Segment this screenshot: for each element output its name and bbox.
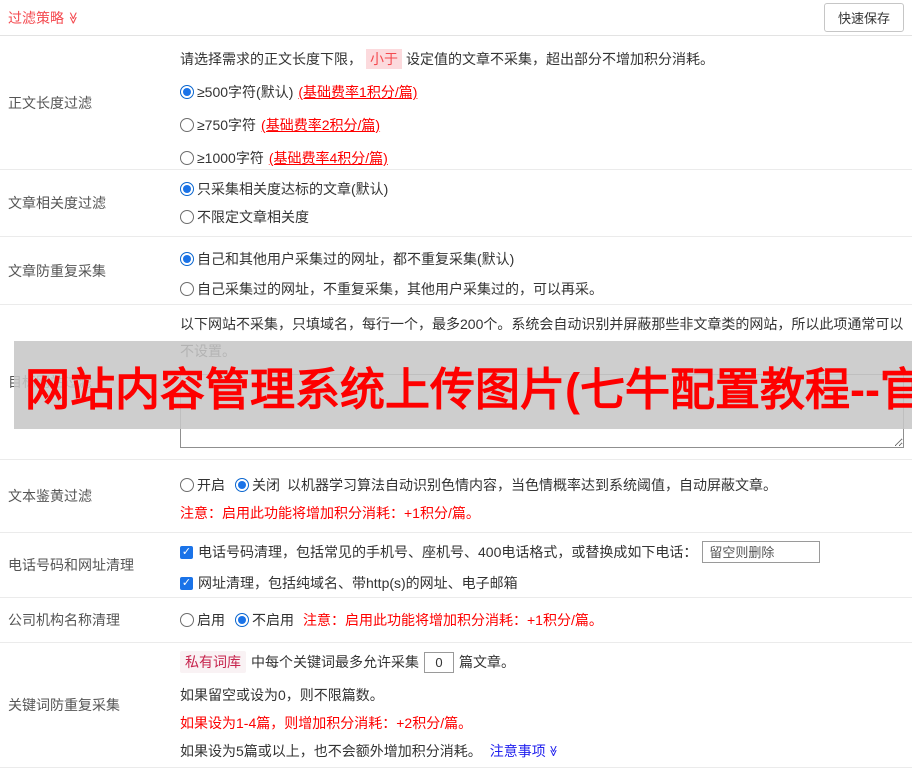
row-dedup-filter: 文章防重复采集 自己和其他用户采集过的网址，都不重复采集(默认) 自己采集过的网… [0,237,912,305]
porn-option-on-label: 开启 [197,477,225,493]
relevance-option-any: 不限定文章相关度 [180,207,905,227]
page-title: 过滤策略 ≫ [8,8,80,28]
length-option-500-label: ≥500字符(默认) [197,84,294,100]
url-clean-option-label: 网址清理，包括纯域名、带http(s)的网址、电子邮箱 [198,575,518,591]
dedup-option-all-label: 自己和其他用户采集过的网址，都不重复采集(默认) [197,251,515,267]
keyword-limit-suffix: 篇文章。 [459,654,515,670]
row-company-clean: 公司机构名称清理 启用 不启用 注意：启用此功能将增加积分消耗：+1积分/篇。 [0,598,912,643]
length-filter-label: 正文长度过滤 [8,94,92,111]
radio-dedup-all-selected[interactable] [180,252,194,266]
page-title-text: 过滤策略 [8,9,64,26]
company-clean-note: 注意：启用此功能将增加积分消耗：+1积分/篇。 [303,612,603,628]
relevance-option-strict: 只采集相关度达标的文章(默认) [180,179,905,199]
row-porn-filter: 文本鉴黄过滤 开启 关闭 以机器学习算法自动识别色情内容，当色情概率达到系统阈值… [0,460,912,533]
dedup-option-self-label: 自己采集过的网址，不重复采集，其他用户采集过的，可以再采。 [197,281,603,297]
porn-filter-label: 文本鉴黄过滤 [8,488,92,504]
radio-relevance-any[interactable] [180,210,194,224]
keyword-note-five: 如果设为5篇或以上，也不会额外增加积分消耗。 注意事项 ≫ [180,741,905,761]
radio-company-off-selected[interactable] [235,613,249,627]
relevance-filter-label: 文章相关度过滤 [8,195,106,211]
dedup-option-self-only: 自己采集过的网址，不重复采集，其他用户采集过的，可以再采。 [180,279,905,299]
less-than-badge: 小于 [366,49,402,69]
checkbox-phone-clean-checked[interactable] [180,545,193,559]
radio-relevance-strict-selected[interactable] [180,182,194,196]
row-relevance-filter: 文章相关度过滤 只采集相关度达标的文章(默认) 不限定文章相关度 [0,170,912,237]
radio-500-selected[interactable] [180,85,194,99]
keyword-note-five-text: 如果设为5篇或以上，也不会额外增加积分消耗。 [180,743,482,759]
watermark-overlay: 网站内容管理系统上传图片(七牛配置教程--官 [14,341,912,429]
row-phone-url-clean: 电话号码和网址清理 电话号码清理，包括常见的手机号、座机号、400电话格式，或替… [0,533,912,598]
radio-company-on[interactable] [180,613,194,627]
keyword-note-cost: 如果设为1-4篇，则增加积分消耗：+2积分/篇。 [180,715,473,731]
row-keyword-dedup: 关键词防重复采集 私有词库 中每个关键词最多允许采集 篇文章。 如果留空或设为0… [0,643,912,768]
length-option-1000-label: ≥1000字符 [197,150,264,166]
length-option-750-label: ≥750字符 [197,117,257,133]
porn-option-off-label: 关闭 [252,477,280,493]
porn-filter-note: 注意：启用此功能将增加积分消耗：+1积分/篇。 [180,505,480,521]
phone-clean-option: 电话号码清理，包括常见的手机号、座机号、400电话格式，或替换成如下电话： [180,541,905,563]
length-filter-content: 请选择需求的正文长度下限， 小于 设定值的文章不采集，超出部分不增加积分消耗。 … [180,36,912,169]
intro-prefix: 请选择需求的正文长度下限， [180,51,362,67]
length-option-1000: ≥1000字符 (基础费率4积分/篇) [180,148,905,168]
checkbox-url-clean-checked[interactable] [180,576,193,590]
chevron-down-icon[interactable]: ≫ [66,11,80,24]
company-clean-content: 启用 不启用 注意：启用此功能将增加积分消耗：+1积分/篇。 [180,598,912,642]
company-option-on-label: 启用 [197,612,225,628]
watermark-text: 网站内容管理系统上传图片(七牛配置教程--官 [25,363,912,415]
length-option-500: ≥500字符(默认) (基础费率1积分/篇) [180,82,905,102]
relevance-option-strict-label: 只采集相关度达标的文章(默认) [197,181,389,197]
replacement-phone-input[interactable] [702,541,821,563]
keyword-count-input[interactable] [424,651,454,673]
dedup-filter-label: 文章防重复采集 [8,262,106,279]
dedup-filter-content: 自己和其他用户采集过的网址，都不重复采集(默认) 自己采集过的网址，不重复采集，… [180,237,912,304]
length-filter-intro: 请选择需求的正文长度下限， 小于 设定值的文章不采集，超出部分不增加积分消耗。 [180,49,905,69]
radio-750[interactable] [180,118,194,132]
relevance-option-any-label: 不限定文章相关度 [197,209,309,225]
porn-filter-content: 开启 关闭 以机器学习算法自动识别色情内容，当色情概率达到系统阈值，自动屏蔽文章… [180,460,912,532]
radio-porn-off-selected[interactable] [235,478,249,492]
radio-porn-on[interactable] [180,478,194,492]
keyword-dedup-content: 私有词库 中每个关键词最多允许采集 篇文章。 如果留空或设为0，则不限篇数。 如… [180,643,912,767]
phone-url-clean-content: 电话号码清理，包括常见的手机号、座机号、400电话格式，或替换成如下电话： 网址… [180,533,912,597]
length-option-1000-fee: (基础费率4积分/篇) [268,150,388,166]
dedup-option-all-users: 自己和其他用户采集过的网址，都不重复采集(默认) [180,249,905,269]
radio-1000[interactable] [180,151,194,165]
porn-filter-options: 开启 关闭 以机器学习算法自动识别色情内容，当色情概率达到系统阈值，自动屏蔽文章… [180,475,905,495]
keyword-note-unlimited: 如果留空或设为0，则不限篇数。 [180,687,384,703]
keyword-limit-text: 中每个关键词最多允许采集 [251,654,419,670]
length-option-750-fee: (基础费率2积分/篇) [261,117,381,133]
link-chevron-down-icon[interactable]: ≫ [543,745,563,757]
relevance-filter-content: 只采集相关度达标的文章(默认) 不限定文章相关度 [180,170,912,236]
top-bar: 过滤策略 ≫ 快速保存 [0,0,912,36]
url-clean-option: 网址清理，包括纯域名、带http(s)的网址、电子邮箱 [180,573,905,593]
notice-link[interactable]: 注意事项 [490,741,546,761]
phone-clean-option-label: 电话号码清理，包括常见的手机号、座机号、400电话格式，或替换成如下电话： [198,544,698,560]
row-length-filter: 正文长度过滤 请选择需求的正文长度下限， 小于 设定值的文章不采集，超出部分不增… [0,36,912,170]
keyword-dedup-label: 关键词防重复采集 [8,697,120,713]
length-option-750: ≥750字符 (基础费率2积分/篇) [180,115,905,135]
filter-strategy-page: 过滤策略 ≫ 快速保存 正文长度过滤 请选择需求的正文长度下限， 小于 设定值的… [0,0,912,768]
keyword-limit-line: 私有词库 中每个关键词最多允许采集 篇文章。 [180,651,905,673]
length-option-500-fee: (基础费率1积分/篇) [298,84,418,100]
radio-dedup-self[interactable] [180,282,194,296]
company-clean-label: 公司机构名称清理 [8,612,120,628]
company-option-off-label: 不启用 [252,612,294,628]
private-lexicon-badge[interactable]: 私有词库 [180,651,246,673]
phone-url-clean-label: 电话号码和网址清理 [8,557,134,573]
quick-save-button[interactable]: 快速保存 [823,3,904,32]
porn-filter-description: 以机器学习算法自动识别色情内容，当色情概率达到系统阈值，自动屏蔽文章。 [287,477,777,493]
intro-suffix: 设定值的文章不采集，超出部分不增加积分消耗。 [406,51,714,67]
